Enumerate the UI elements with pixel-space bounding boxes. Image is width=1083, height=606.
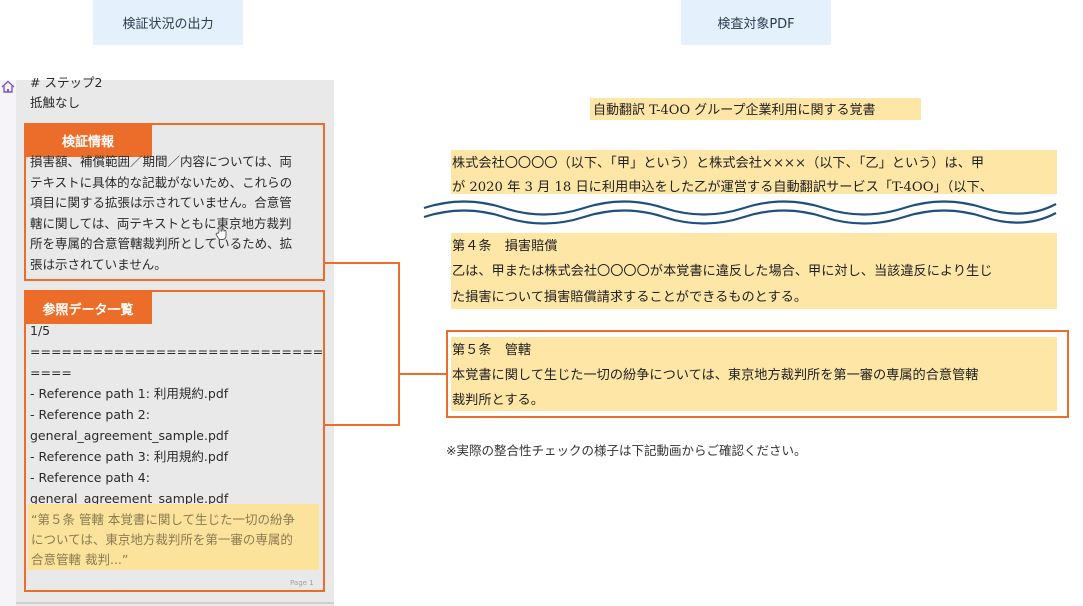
verify-line: 張は示されていません。	[30, 256, 167, 272]
article4-line: 乙は、甲または株式会社〇〇〇〇が本覚書に違反した場合、甲に対し、当該違反により生…	[452, 264, 993, 279]
verify-line: 項目に関する拡張は示されていません。合意管	[30, 195, 292, 210]
step-result: 抵触なし	[30, 95, 81, 110]
pdf-header: 検査対象PDF	[681, 0, 831, 45]
pdf-header-label: 検査対象PDF	[717, 17, 795, 32]
page-break-wave	[423, 200, 1057, 225]
ref-line: - Reference path 2:	[30, 407, 150, 422]
article5-line: 裁判所とする。	[452, 393, 544, 408]
reference-list-text: 1/5 ================================= ==…	[30, 320, 322, 516]
verify-line: テキストに具体的な記載がないため、これらの	[30, 174, 293, 190]
connector-line	[399, 373, 447, 375]
article4-line: た損害について損害賠償請求することができるものとする。	[452, 290, 808, 305]
ref-line: - Reference path 4:	[30, 470, 150, 485]
quote-line: 合意管轄 裁判...”	[31, 552, 129, 567]
connector-line	[398, 262, 400, 426]
verify-line: 所を専属的合意管轄裁判所としているため、拡	[30, 236, 293, 251]
footnote: ※実際の整合性チェックの様子は下記動画からご確認ください。	[446, 443, 807, 458]
article4-heading: 第４条 損害賠償	[452, 239, 558, 254]
verify-line: 轄に関しては、両テキストともに東京地方裁判	[30, 215, 292, 231]
hand-cursor-icon	[215, 225, 227, 240]
output-header-label: 検証状況の出力	[122, 17, 214, 32]
connector-line	[325, 262, 399, 264]
home-icon[interactable]	[0, 79, 16, 95]
side-strip	[0, 80, 16, 606]
intro-line: 株式会社〇〇〇〇（以下、「甲」という）と株式会社××××（以下、「乙」という）は…	[452, 156, 985, 171]
ref-line: - Reference path 3: 利用規約.pdf	[30, 449, 229, 464]
step-title: # ステップ2	[30, 75, 103, 90]
article5-line: 本覚書に関して生じた一切の紛争については、東京地方裁判所を第一審の専属的合意管轄	[452, 368, 979, 383]
page-number: Page 1	[290, 579, 314, 587]
ref-line: general_agreement_sample.pdf	[30, 428, 229, 443]
article5-heading: 第５条 管轄	[452, 343, 532, 358]
verify-line: 損害額、補償範囲／期間／内容については、両	[30, 154, 292, 169]
panel-divider	[16, 602, 334, 604]
quote-text: “第５条 管轄 本覚書に関して生じた一切の紛争 については、東京地方裁判所を第一…	[31, 510, 321, 570]
pdf-title: 自動翻訳 T-4OO グループ企業利用に関する覚書	[593, 103, 876, 118]
output-header: 検証状況の出力	[93, 0, 243, 45]
ref-line: ====	[30, 365, 72, 380]
ref-line: 1/5	[30, 323, 51, 338]
connector-line	[325, 424, 400, 426]
verification-info-text: 損害額、補償範囲／期間／内容については、両 テキストに具体的な記載がないため、こ…	[30, 152, 322, 275]
ref-line: =================================	[30, 344, 322, 359]
ref-line: - Reference path 1: 利用規約.pdf	[30, 386, 229, 401]
quote-line: “第５条 管轄 本覚書に関して生じた一切の紛争	[31, 512, 296, 527]
quote-line: については、東京地方裁判所を第一審の専属的	[31, 532, 293, 547]
